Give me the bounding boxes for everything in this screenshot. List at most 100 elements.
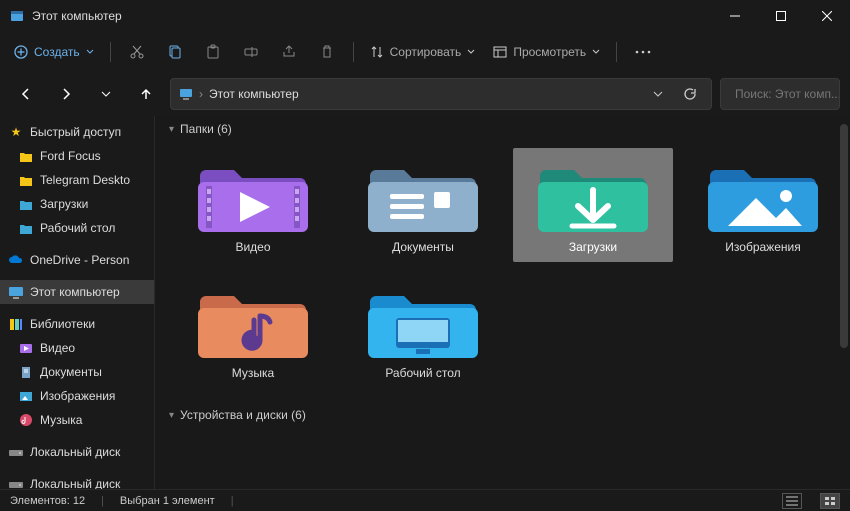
collapse-icon: ▾ — [169, 124, 174, 135]
star-icon: ★ — [8, 124, 24, 140]
address-bar[interactable]: › Этот компьютер — [170, 78, 712, 110]
library-icon — [18, 340, 34, 356]
back-button[interactable] — [10, 78, 42, 110]
sidebar-label: Ford Focus — [40, 149, 101, 163]
plus-circle-icon — [14, 45, 28, 59]
layout-icon — [493, 45, 507, 59]
view-button[interactable]: Просмотреть — [485, 36, 608, 68]
chevron-right-icon: › — [199, 87, 203, 101]
sidebar-item[interactable]: Музыка — [0, 408, 154, 432]
folder-icon — [538, 156, 648, 234]
window-title: Этот компьютер — [32, 9, 712, 23]
sidebar-label: Музыка — [40, 413, 82, 427]
sidebar-drive[interactable]: Локальный диск — [0, 440, 154, 464]
recent-button[interactable] — [90, 78, 122, 110]
title-bar: Этот компьютер — [0, 0, 850, 32]
window-controls — [712, 0, 850, 32]
section-devices-header[interactable]: ▾ Устройства и диски (6) — [155, 402, 850, 428]
sidebar-label: Рабочий стол — [40, 221, 115, 235]
folder-label: Музыка — [232, 366, 274, 380]
rename-icon — [243, 44, 259, 60]
sidebar-quick-access[interactable]: ★ Быстрый доступ — [0, 120, 154, 144]
sidebar-label: Изображения — [40, 389, 115, 403]
refresh-button[interactable] — [677, 81, 703, 107]
maximize-button[interactable] — [758, 0, 804, 32]
forward-button[interactable] — [50, 78, 82, 110]
sidebar-item[interactable]: Telegram Deskto — [0, 168, 154, 192]
up-button[interactable] — [130, 78, 162, 110]
folder-video[interactable]: Видео — [173, 148, 333, 262]
ellipsis-icon — [635, 50, 651, 54]
sidebar-label: OneDrive - Person — [30, 253, 129, 267]
sidebar-item[interactable]: Ford Focus — [0, 144, 154, 168]
sidebar-item[interactable]: Документы — [0, 360, 154, 384]
status-bar: Элементов: 12 | Выбран 1 элемент | — [0, 489, 850, 511]
icons-view-button[interactable] — [820, 493, 840, 509]
chevron-down-icon — [467, 48, 475, 56]
sidebar-this-pc[interactable]: Этот компьютер — [0, 280, 154, 304]
delete-button[interactable] — [309, 36, 345, 68]
address-bar-row: › Этот компьютер Поиск: Этот комп... — [0, 72, 850, 116]
close-button[interactable] — [804, 0, 850, 32]
folder-label: Видео — [235, 240, 270, 254]
section-folders-header[interactable]: ▾ Папки (6) — [155, 116, 850, 142]
section-label: Устройства и диски (6) — [180, 408, 306, 422]
sort-icon — [370, 45, 384, 59]
drive-icon — [8, 444, 24, 460]
more-button[interactable] — [625, 36, 661, 68]
folder-icon — [368, 282, 478, 360]
cut-button[interactable] — [119, 36, 155, 68]
share-icon — [281, 44, 297, 60]
sidebar-drive[interactable]: Локальный диск — [0, 472, 154, 489]
share-button[interactable] — [271, 36, 307, 68]
sidebar-item[interactable]: Изображения — [0, 384, 154, 408]
rename-button[interactable] — [233, 36, 269, 68]
sidebar-item[interactable]: Рабочий стол — [0, 216, 154, 240]
section-label: Папки (6) — [180, 122, 232, 136]
separator — [110, 42, 111, 62]
scissors-icon — [129, 44, 145, 60]
copy-button[interactable] — [157, 36, 193, 68]
chevron-down-icon — [86, 48, 94, 56]
folder-downloads[interactable]: Загрузки — [513, 148, 673, 262]
sidebar-libraries[interactable]: Библиотеки — [0, 312, 154, 336]
pc-icon — [179, 87, 193, 101]
folder-music[interactable]: Музыка — [173, 274, 333, 388]
sidebar-label: Библиотеки — [30, 317, 95, 331]
separator — [353, 42, 354, 62]
library-icon — [18, 364, 34, 380]
sidebar-item[interactable]: Видео — [0, 336, 154, 360]
folder-icon — [198, 156, 308, 234]
folder-icon — [18, 196, 34, 212]
sidebar-label: Локальный диск — [30, 477, 120, 489]
address-segment[interactable]: Этот компьютер — [209, 87, 299, 101]
paste-button[interactable] — [195, 36, 231, 68]
new-button[interactable]: Создать — [6, 36, 102, 68]
folder-icon — [368, 156, 478, 234]
collapse-icon: ▾ — [169, 410, 174, 421]
content-area: ▾ Папки (6) Видео Документы ЗагрузкиИзобра… — [155, 116, 850, 489]
folder-label: Документы — [392, 240, 454, 254]
drive-icon — [8, 476, 24, 489]
folder-desktop[interactable]: Рабочий стол — [343, 274, 503, 388]
library-icon — [18, 412, 34, 428]
app-icon — [10, 9, 24, 23]
sidebar-label: Telegram Deskto — [40, 173, 130, 187]
sidebar-item[interactable]: Загрузки — [0, 192, 154, 216]
folder-pictures[interactable]: Изображения — [683, 148, 843, 262]
sidebar: ★ Быстрый доступ Ford Focus Telegram Desk… — [0, 116, 155, 489]
sidebar-label: Видео — [40, 341, 75, 355]
scrollbar[interactable] — [840, 124, 848, 348]
folder-documents[interactable]: Документы — [343, 148, 503, 262]
new-label: Создать — [34, 45, 80, 59]
pc-icon — [8, 284, 24, 300]
status-selected: Выбран 1 элемент — [120, 495, 215, 507]
sidebar-label: Быстрый доступ — [30, 125, 121, 139]
search-input[interactable]: Поиск: Этот комп... — [720, 78, 840, 110]
minimize-button[interactable] — [712, 0, 758, 32]
sort-button[interactable]: Сортировать — [362, 36, 484, 68]
sidebar-onedrive[interactable]: OneDrive - Person — [0, 248, 154, 272]
chevron-down-icon — [592, 48, 600, 56]
details-view-button[interactable] — [782, 493, 802, 509]
address-dropdown[interactable] — [645, 81, 671, 107]
